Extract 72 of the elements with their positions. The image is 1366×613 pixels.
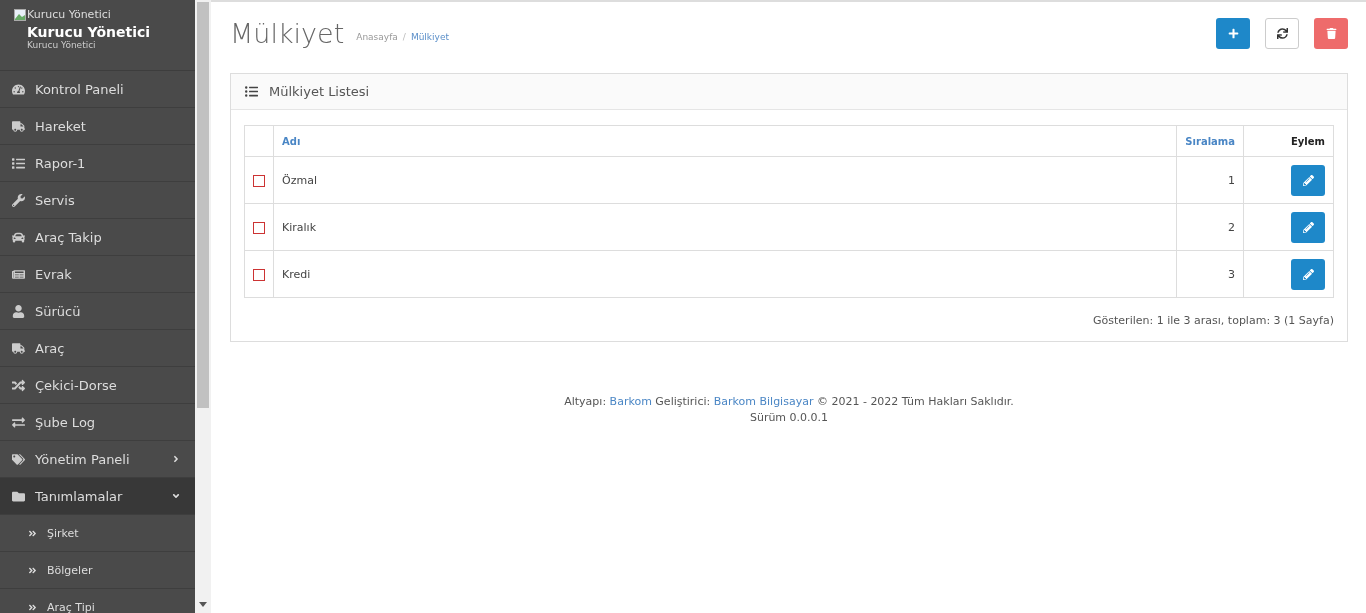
- menu-label: Evrak: [35, 266, 73, 282]
- user-role: Kurucu Yönetici: [27, 40, 97, 50]
- scrollbar-thumb[interactable]: [197, 2, 209, 408]
- pencil-icon: [1302, 221, 1314, 233]
- double-chevron-icon: [28, 528, 37, 538]
- broken-image-icon: [14, 8, 26, 21]
- pagination-summary: Gösterilen: 1 ile 3 arası, toplam: 3 (1 Sayfa): [1092, 314, 1334, 327]
- trash-icon: [1325, 27, 1337, 39]
- panel-title: Mülkiyet Listesi: [269, 84, 370, 99]
- wrench-icon: [12, 193, 25, 207]
- edit-button[interactable]: [1291, 164, 1325, 196]
- submenu-label: Bölgeler: [47, 563, 94, 577]
- column-header: Eylem: [1243, 125, 1334, 157]
- list-icon: [245, 85, 258, 98]
- edit-button[interactable]: [1291, 258, 1325, 290]
- shuffle-icon: [12, 378, 25, 392]
- footer-link[interactable]: Barkom: [609, 395, 652, 408]
- menu-label: Hareket: [35, 118, 87, 134]
- scroll-down-icon[interactable]: [199, 602, 207, 607]
- truck-icon: [12, 119, 25, 133]
- table-cell: 2: [1176, 203, 1244, 251]
- menu-label: Servis: [35, 192, 76, 208]
- delete-button[interactable]: [1314, 17, 1348, 49]
- table-cell: Kredi: [273, 250, 1177, 298]
- menu-label: Şube Log: [35, 414, 97, 430]
- version-text: Sürüm 0.0.0.1: [748, 410, 830, 426]
- breadcrumb-separator: /: [402, 32, 406, 42]
- menu-item[interactable]: Tanımlamalar: [0, 478, 195, 515]
- table-cell: Kiralık: [273, 203, 1177, 251]
- folder-icon: [12, 489, 25, 503]
- newspaper-icon: [12, 267, 25, 281]
- menu-label: Sürücü: [35, 303, 82, 319]
- row-checkbox[interactable]: [253, 268, 265, 281]
- double-chevron-icon: [28, 565, 37, 575]
- refresh-button[interactable]: [1265, 17, 1299, 49]
- refresh-icon: [1276, 27, 1288, 39]
- menu-label: Rapor-1: [35, 155, 87, 171]
- column-header[interactable]: Sıralama: [1176, 125, 1244, 157]
- image-alt-text: Kurucu Yönetici: [27, 8, 111, 21]
- truck-icon: [12, 341, 25, 355]
- user-name: Kurucu Yönetici: [27, 24, 152, 40]
- table-cell: Özmal: [273, 156, 1177, 204]
- pencil-icon: [1302, 174, 1314, 186]
- menu-label: Yönetim Paneli: [35, 451, 131, 467]
- tags-icon: [12, 452, 25, 466]
- row-checkbox[interactable]: [253, 174, 265, 187]
- footer-text: Altyapı: Barkom Geliştirici: Barkom Bilgisayar © 2021 - 2022 Tüm Hakları Saklıdır.: [563, 394, 1015, 410]
- menu-label: Araç: [35, 340, 66, 356]
- menu-label: Tanımlamalar: [35, 488, 124, 504]
- breadcrumb-link[interactable]: Mülkiyet: [410, 32, 449, 42]
- double-chevron-icon: [28, 602, 37, 612]
- add-button[interactable]: [1216, 17, 1250, 49]
- edit-button[interactable]: [1291, 211, 1325, 243]
- submenu-label: Araç Tipi: [47, 600, 96, 613]
- menu-label: Araç Takip: [35, 229, 103, 245]
- menu-label: Kontrol Paneli: [35, 81, 125, 97]
- arrows-icon: [12, 415, 25, 429]
- list-icon: [12, 156, 25, 170]
- scrollbar[interactable]: [195, 0, 211, 613]
- column-header[interactable]: Adı: [273, 125, 1177, 157]
- user-icon: [12, 304, 25, 318]
- table-cell: 3: [1176, 250, 1244, 298]
- page-title: Mülkiyet: [230, 17, 345, 49]
- table-cell: 1: [1176, 156, 1244, 204]
- submenu-label: Şirket: [47, 526, 80, 540]
- row-checkbox[interactable]: [253, 221, 265, 234]
- dashboard-icon: [12, 82, 25, 96]
- footer-link[interactable]: Barkom Bilgisayar: [713, 395, 814, 408]
- plus-icon: [1227, 27, 1239, 39]
- menu-label: Çekici-Dorse: [35, 377, 118, 393]
- car-icon: [12, 230, 25, 244]
- pencil-icon: [1302, 268, 1314, 280]
